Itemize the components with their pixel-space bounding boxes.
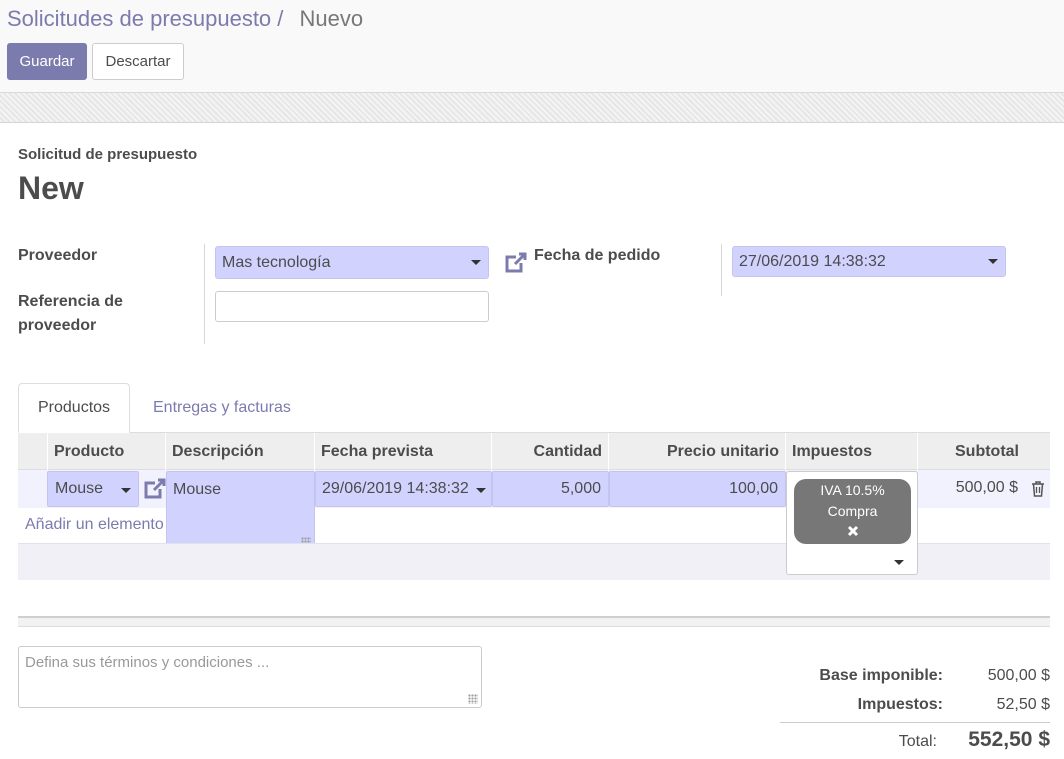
tax-tag-scope: Compra <box>827 503 878 519</box>
close-icon[interactable] <box>847 525 859 537</box>
column-description[interactable]: Descripción <box>165 433 314 471</box>
total-value: 552,50 $ <box>968 728 1050 751</box>
product-select[interactable]: Mouse <box>47 471 139 507</box>
vendor-select[interactable]: Mas tecnología <box>215 246 489 279</box>
chevron-down-icon <box>471 260 481 265</box>
discard-button[interactable]: Descartar <box>92 43 184 80</box>
external-link-icon[interactable] <box>142 476 168 500</box>
terms-conditions-textarea[interactable]: Defina sus términos y condiciones ... <box>18 646 482 708</box>
breadcrumb: Solicitudes de presupuesto / Nuevo <box>7 6 363 32</box>
statusbar-strip <box>0 93 1064 123</box>
tab-products[interactable]: Productos <box>18 383 130 433</box>
document-type-label: Solicitud de presupuesto <box>18 146 198 163</box>
table-footer <box>18 616 1050 627</box>
taxes-field[interactable]: IVA 10.5% Compra <box>786 471 918 575</box>
terms-placeholder: Defina sus términos y condiciones ... <box>25 654 270 671</box>
chevron-down-icon <box>476 488 486 493</box>
breadcrumb-current: Nuevo <box>299 6 364 31</box>
tab-products-label: Productos <box>38 399 111 416</box>
tab-deliveries-invoices[interactable]: Entregas y facturas <box>134 383 310 433</box>
column-taxes[interactable]: Impuestos <box>785 433 917 471</box>
chevron-down-icon[interactable] <box>894 560 904 565</box>
vendor-reference-label: Referencia de proveedor <box>18 293 123 334</box>
scheduled-date-value: 29/06/2019 14:38:32 <box>322 480 469 497</box>
external-link-icon[interactable] <box>503 250 529 274</box>
trash-icon[interactable] <box>1031 481 1045 497</box>
column-scheduled-date[interactable]: Fecha prevista <box>314 433 491 471</box>
unit-price-value: 100,00 <box>729 480 778 497</box>
quantity-value: 5,000 <box>560 480 601 497</box>
total-label: Total: <box>898 733 937 750</box>
total-divider <box>780 722 1050 723</box>
breadcrumb-separator: / <box>277 6 284 31</box>
subtotal-value: 500,00 $ <box>955 479 1018 496</box>
quantity-input[interactable]: 5,000 <box>492 471 609 507</box>
order-date-field[interactable]: 27/06/2019 14:38:32 <box>732 246 1006 277</box>
page-title: New <box>18 170 84 206</box>
column-subtotal[interactable]: Subtotal <box>917 433 1025 471</box>
resize-grip-icon[interactable] <box>468 694 478 704</box>
field-divider <box>204 244 205 344</box>
add-line-link[interactable]: Añadir un elemento <box>25 516 164 534</box>
breadcrumb-parent-link[interactable]: Solicitudes de presupuesto <box>7 6 271 31</box>
taxes-amount-label: Impuestos: <box>857 696 943 713</box>
column-product[interactable]: Producto <box>47 433 165 471</box>
tax-tag: IVA 10.5% Compra <box>794 479 911 544</box>
scheduled-date-field[interactable]: 29/06/2019 14:38:32 <box>315 471 492 507</box>
taxes-amount-value: 52,50 $ <box>996 696 1050 713</box>
field-divider <box>721 244 722 296</box>
unit-price-input[interactable]: 100,00 <box>609 471 786 507</box>
tab-deliveries-label: Entregas y facturas <box>153 399 291 416</box>
untaxed-amount-label: Base imponible: <box>819 667 943 684</box>
order-date-value: 27/06/2019 14:38:32 <box>739 252 886 270</box>
vendor-label: Proveedor <box>18 247 98 264</box>
tax-tag-name: IVA 10.5% <box>820 482 885 498</box>
control-panel: Solicitudes de presupuesto / Nuevo Guard… <box>0 0 1064 93</box>
chevron-down-icon <box>988 259 998 264</box>
save-button[interactable]: Guardar <box>7 43 87 80</box>
description-textarea[interactable]: Mouse <box>166 471 315 551</box>
description-value: Mouse <box>173 481 222 498</box>
vendor-reference-input[interactable] <box>215 291 489 322</box>
column-unit-price[interactable]: Precio unitario <box>608 433 785 471</box>
untaxed-amount-value: 500,00 $ <box>987 667 1050 684</box>
vendor-value: Mas tecnología <box>222 253 331 271</box>
chevron-down-icon <box>121 488 131 493</box>
column-quantity[interactable]: Cantidad <box>491 433 608 471</box>
order-lines-header: Producto Descripción Fecha prevista Cant… <box>18 432 1050 471</box>
order-date-label: Fecha de pedido <box>534 247 661 264</box>
product-value: Mouse <box>55 480 104 497</box>
